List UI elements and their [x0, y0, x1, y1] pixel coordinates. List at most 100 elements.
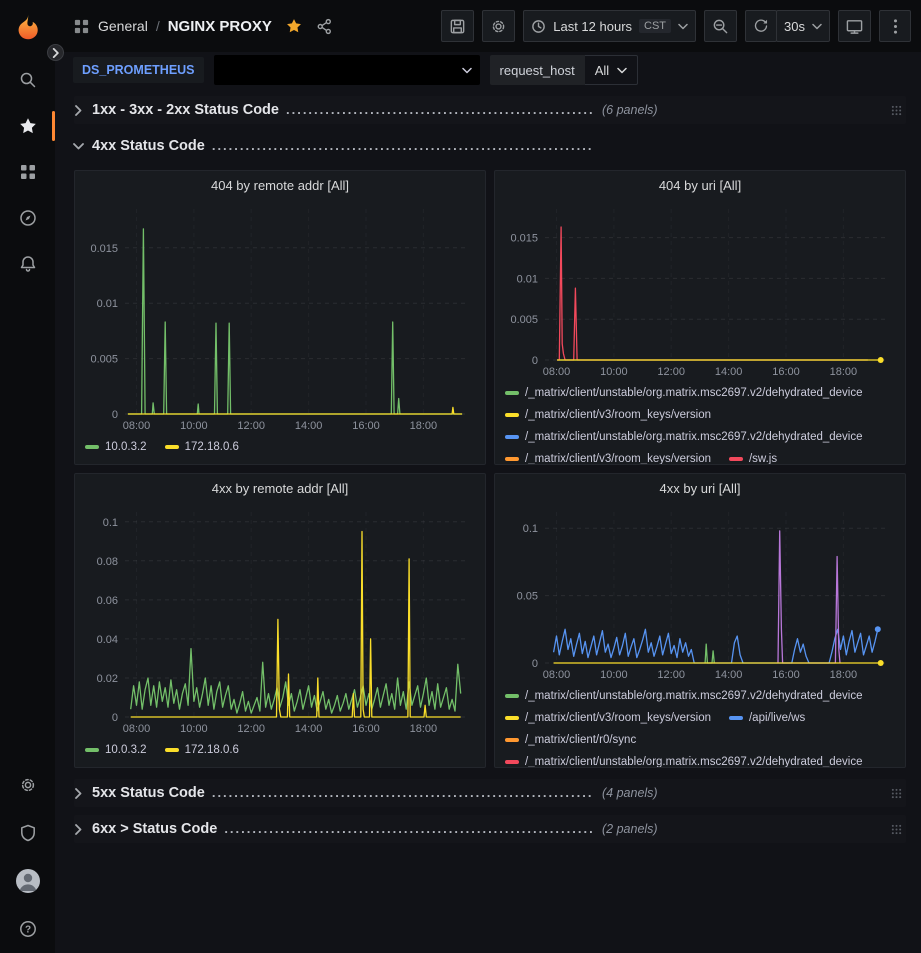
legend-item[interactable]: 172.18.0.6: [165, 739, 239, 761]
svg-text:0: 0: [112, 409, 118, 421]
panel-title[interactable]: 404 by uri [All]: [495, 171, 905, 199]
legend-item[interactable]: /sw.js: [729, 448, 777, 464]
legend-series-label: 172.18.0.6: [185, 436, 239, 458]
legend-series-label: /_matrix/client/v3/room_keys/version: [525, 448, 711, 464]
legend-item[interactable]: /api/live/ws: [729, 707, 805, 729]
legend-series-label: /api/live/ws: [749, 707, 805, 729]
legend-series-label: /_matrix/client/v3/room_keys/version: [525, 404, 711, 426]
save-floppy-icon: [449, 18, 466, 35]
gear-icon: [19, 776, 37, 794]
svg-text:0.04: 0.04: [97, 634, 118, 646]
sidebar-item-profile[interactable]: [0, 859, 55, 903]
gear-icon: [490, 18, 507, 35]
save-dashboard-button[interactable]: [441, 10, 474, 42]
request-host-dropdown[interactable]: All: [585, 55, 638, 85]
svg-text:0.1: 0.1: [523, 523, 538, 535]
legend-item[interactable]: /_matrix/client/r0/sync: [505, 729, 636, 751]
row-5xx[interactable]: 5xx Status Code ........................…: [74, 779, 906, 807]
chevron-right-icon: [74, 105, 92, 116]
row-6xx[interactable]: 6xx > Status Code ......................…: [74, 815, 906, 843]
breadcrumb-section[interactable]: General: [98, 18, 148, 34]
row-panel-count: (2 panels): [602, 822, 658, 836]
svg-text:16:00: 16:00: [352, 420, 380, 432]
legend-series-marker: [85, 445, 99, 449]
sidebar-item-explore[interactable]: [0, 196, 55, 240]
legend-item[interactable]: /_matrix/client/unstable/org.matrix.msc2…: [505, 426, 863, 448]
row-drag-handle-icon[interactable]: [891, 824, 902, 835]
datasource-variable-label[interactable]: DS_PROMETHEUS: [73, 57, 204, 83]
timeseries-chart[interactable]: 08:0010:0012:0014:0016:0018:0000.0050.01…: [501, 199, 899, 380]
user-avatar: [15, 868, 41, 894]
sidebar-item-help[interactable]: ?: [0, 907, 55, 951]
legend-series-marker: [505, 435, 519, 439]
dashboard-content: 1xx - 3xx - 2xx Status Code ............…: [55, 88, 921, 953]
legend-item[interactable]: /_matrix/client/unstable/org.matrix.msc2…: [505, 685, 863, 707]
row-panel-count: (4 panels): [602, 786, 658, 800]
refresh-interval-dropdown[interactable]: 30s: [776, 10, 830, 42]
grafana-logo[interactable]: [0, 0, 55, 56]
legend-series-label: /sw.js: [749, 448, 777, 464]
svg-text:14:00: 14:00: [715, 366, 743, 378]
legend-item[interactable]: 172.18.0.6: [165, 436, 239, 458]
svg-text:0.01: 0.01: [97, 298, 118, 310]
svg-text:14:00: 14:00: [715, 669, 743, 681]
row-4xx[interactable]: 4xx Status Code ........................…: [74, 132, 906, 160]
row-drag-handle-icon[interactable]: [891, 105, 902, 116]
timeseries-chart[interactable]: 08:0010:0012:0014:0016:0018:0000.050.1: [501, 502, 899, 683]
cycle-view-mode-button[interactable]: [838, 10, 871, 42]
datasource-variable-dropdown[interactable]: [214, 55, 480, 85]
sidebar-item-dashboards[interactable]: [0, 150, 55, 194]
refresh-interval-label: 30s: [784, 19, 805, 34]
sidebar-item-configuration[interactable]: [0, 763, 55, 807]
legend-item[interactable]: /_matrix/client/v3/room_keys/version: [505, 448, 711, 464]
legend-series-marker: [165, 445, 179, 449]
refresh-button[interactable]: [745, 10, 777, 42]
svg-text:0.015: 0.015: [510, 233, 538, 245]
grafana-app: ? General / NGINX PROXY: [0, 0, 921, 953]
favorite-star-icon[interactable]: [286, 18, 302, 34]
dashboard-settings-button[interactable]: [482, 10, 515, 42]
top-navbar: General / NGINX PROXY La: [55, 0, 921, 52]
legend-item[interactable]: /_matrix/client/v3/room_keys/version: [505, 707, 711, 729]
sidebar-expand-button[interactable]: [47, 44, 64, 61]
legend-series-label: /_matrix/client/unstable/org.matrix.msc2…: [525, 382, 863, 404]
chart-legend: 10.0.3.2 172.18.0.6: [75, 737, 485, 767]
legend-series-marker: [505, 716, 519, 720]
legend-item[interactable]: 10.0.3.2: [85, 436, 147, 458]
sidebar-item-server-admin[interactable]: [0, 811, 55, 855]
zoom-out-button[interactable]: [704, 10, 737, 42]
legend-item[interactable]: /_matrix/client/unstable/org.matrix.msc2…: [505, 382, 863, 404]
legend-item[interactable]: /_matrix/client/unstable/org.matrix.msc2…: [505, 751, 863, 767]
sidebar: ?: [0, 0, 55, 953]
legend-series-label: /_matrix/client/unstable/org.matrix.msc2…: [525, 751, 863, 767]
legend-series-label: /_matrix/client/v3/room_keys/version: [525, 707, 711, 729]
time-range-label: Last 12 hours: [553, 19, 632, 34]
legend-item[interactable]: 10.0.3.2: [85, 739, 147, 761]
more-options-button[interactable]: [879, 10, 911, 42]
panel-title[interactable]: 4xx by uri [All]: [495, 474, 905, 502]
panel-title[interactable]: 404 by remote addr [All]: [75, 171, 485, 199]
row-1xx-3xx-2xx[interactable]: 1xx - 3xx - 2xx Status Code ............…: [74, 96, 906, 124]
grafana-flame-icon: [13, 13, 43, 43]
svg-text:18:00: 18:00: [830, 669, 858, 681]
breadcrumb: General / NGINX PROXY: [73, 18, 333, 35]
legend-series-marker: [505, 738, 519, 742]
timeseries-chart[interactable]: 08:0010:0012:0014:0016:0018:0000.020.040…: [81, 502, 479, 737]
sidebar-item-search[interactable]: [0, 58, 55, 102]
legend-series-marker: [505, 694, 519, 698]
svg-text:0: 0: [112, 712, 118, 724]
sidebar-item-alerting[interactable]: [0, 242, 55, 286]
share-icon[interactable]: [316, 18, 333, 35]
panel-grid: 404 by remote addr [All] 08:0010:0012:00…: [74, 170, 906, 768]
question-circle-icon: ?: [19, 920, 37, 938]
svg-text:10:00: 10:00: [600, 366, 628, 378]
sidebar-item-starred[interactable]: [0, 104, 55, 148]
timeseries-chart[interactable]: 08:0010:0012:0014:0016:0018:0000.0050.01…: [81, 199, 479, 434]
svg-text:0.08: 0.08: [97, 556, 118, 568]
legend-item[interactable]: /_matrix/client/v3/room_keys/version: [505, 404, 711, 426]
time-range-picker[interactable]: Last 12 hours CST: [523, 10, 696, 42]
panel-title[interactable]: 4xx by remote addr [All]: [75, 474, 485, 502]
row-drag-handle-icon[interactable]: [891, 788, 902, 799]
legend-series-label: /_matrix/client/unstable/org.matrix.msc2…: [525, 426, 863, 448]
row-dots: ........................................…: [212, 138, 592, 153]
